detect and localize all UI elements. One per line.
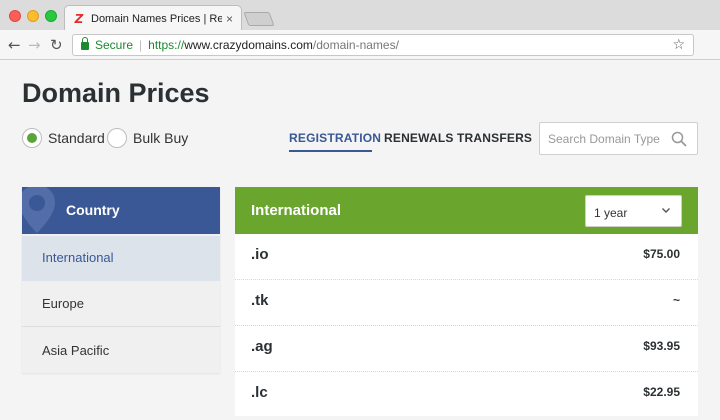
back-arrow-icon[interactable]: ← bbox=[8, 36, 21, 54]
tab-registration[interactable]: REGISTRATION bbox=[289, 131, 381, 145]
standard-radio-label: Standard bbox=[48, 130, 105, 146]
forward-arrow-icon[interactable]: → bbox=[28, 36, 41, 54]
tld-name: .lc bbox=[251, 384, 268, 401]
window-close-button[interactable] bbox=[9, 10, 21, 22]
url-host: www.crazydomains.com bbox=[184, 38, 313, 52]
new-tab-button[interactable] bbox=[243, 12, 275, 26]
search-icon[interactable] bbox=[671, 131, 687, 147]
table-row[interactable]: .tk ~ bbox=[235, 280, 698, 326]
map-pin-icon bbox=[22, 187, 55, 233]
price-panel-header: International 1 year bbox=[235, 187, 698, 234]
standard-radio[interactable]: Standard bbox=[22, 128, 105, 148]
sidebar-item-europe[interactable]: Europe bbox=[22, 282, 220, 327]
sidebar-item-asia-pacific[interactable]: Asia Pacific bbox=[22, 329, 220, 374]
search-box bbox=[539, 122, 698, 155]
table-row[interactable]: .ag $93.95 bbox=[235, 326, 698, 372]
country-sidebar: Country International Europe Asia Pacifi… bbox=[22, 187, 220, 373]
table-row[interactable]: .lc $22.95 bbox=[235, 372, 698, 416]
url-path: /domain-names/ bbox=[312, 38, 399, 52]
page-title: Domain Prices bbox=[22, 78, 210, 108]
search-domain-input[interactable] bbox=[548, 131, 666, 146]
window-zoom-button[interactable] bbox=[45, 10, 57, 22]
radio-unchecked-icon bbox=[107, 128, 127, 148]
bookmark-star-icon[interactable]: ☆ bbox=[672, 37, 685, 53]
window-minimize-button[interactable] bbox=[27, 10, 39, 22]
tab-close-icon[interactable]: × bbox=[226, 12, 233, 26]
tld-price: $75.00 bbox=[643, 247, 680, 261]
crazydomains-favicon-icon: Z bbox=[74, 11, 84, 26]
term-select[interactable]: 1 year bbox=[585, 195, 682, 227]
tab-title: Domain Names Prices | Registr bbox=[91, 12, 222, 25]
browser-tab[interactable]: Z Domain Names Prices | Registr × bbox=[64, 5, 242, 31]
sidebar-item-international[interactable]: International bbox=[22, 236, 220, 281]
tld-name: .ag bbox=[251, 338, 273, 355]
tab-transfers[interactable]: TRANSFERS bbox=[457, 131, 532, 145]
tld-name: .tk bbox=[251, 292, 269, 309]
bulk-buy-radio-label: Bulk Buy bbox=[133, 130, 189, 146]
browser-toolbar: ← → ↻ Secure | https://www.crazydomains.… bbox=[0, 30, 720, 60]
reload-icon[interactable]: ↻ bbox=[50, 36, 63, 54]
term-select-value: 1 year bbox=[594, 206, 628, 220]
secure-label: Secure bbox=[95, 38, 134, 52]
active-tab-indicator bbox=[289, 150, 372, 152]
tab-renewals[interactable]: RENEWALS bbox=[384, 131, 454, 145]
tld-price: $22.95 bbox=[643, 385, 680, 399]
chevron-down-icon bbox=[662, 208, 670, 213]
address-bar[interactable]: Secure | https://www.crazydomains.com/do… bbox=[72, 34, 694, 56]
tld-price: $93.95 bbox=[643, 339, 680, 353]
browser-tab-bar: Z Domain Names Prices | Registr × bbox=[0, 0, 720, 31]
url-scheme: https:// bbox=[148, 38, 185, 52]
tld-name: .io bbox=[251, 246, 269, 263]
table-row[interactable]: .io $75.00 bbox=[235, 234, 698, 280]
lock-icon bbox=[81, 37, 89, 50]
radio-checked-icon bbox=[22, 128, 42, 148]
sidebar-header: Country bbox=[22, 187, 220, 234]
sidebar-title: Country bbox=[66, 202, 120, 218]
bulk-buy-radio[interactable]: Bulk Buy bbox=[107, 128, 188, 148]
region-title: International bbox=[251, 202, 342, 219]
tld-price: ~ bbox=[672, 293, 680, 307]
url-separator: | bbox=[139, 38, 143, 52]
